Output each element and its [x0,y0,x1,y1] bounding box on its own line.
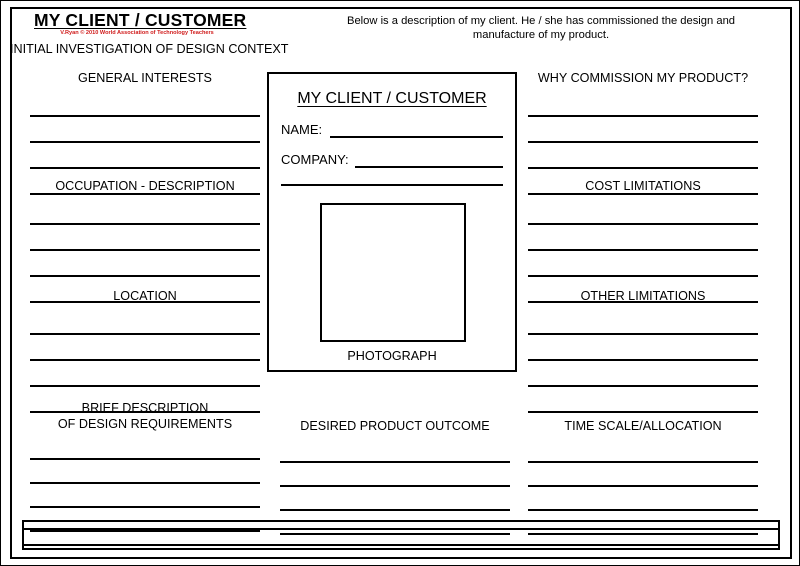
answer-line[interactable] [528,199,758,225]
answer-line[interactable] [280,439,510,463]
answer-line[interactable] [528,361,758,387]
answer-line[interactable] [280,463,510,487]
section-general-interests: GENERAL INTERESTS [30,71,260,195]
section-title: COST LIMITATIONS [585,179,701,193]
section-time-scale-allocation: TIME SCALE/ALLOCATION [528,419,758,535]
section-brief-description: BRIEF DESCRIPTION OF DESIGN REQUIREMENTS [30,401,260,532]
section-title: GENERAL INTERESTS [78,71,212,85]
section-title: OTHER LIMITATIONS [580,289,706,303]
answer-line[interactable] [30,225,260,251]
section-desired-product-outcome: DESIRED PRODUCT OUTCOME [280,419,510,535]
section-title: OCCUPATION - DESCRIPTION [55,179,235,193]
card-extra-line[interactable] [281,182,503,186]
photograph-placeholder[interactable] [320,203,466,342]
answer-line[interactable] [528,251,758,277]
name-field-row[interactable]: NAME: [281,122,503,138]
footer-bar [22,520,780,550]
page-subtitle: INITIAL INVESTIGATION OF DESIGN CONTEXT [10,42,289,56]
answer-lines[interactable] [30,436,260,532]
answer-lines[interactable] [30,309,260,413]
answer-line[interactable] [528,335,758,361]
footer-divider [24,544,778,546]
answer-line[interactable] [30,143,260,169]
answer-line[interactable] [528,117,758,143]
section-title: BRIEF DESCRIPTION OF DESIGN REQUIREMENTS [57,401,233,431]
answer-line[interactable] [30,484,260,508]
answer-lines[interactable] [528,309,758,413]
section-title: DESIRED PRODUCT OUTCOME [300,419,490,433]
answer-lines[interactable] [528,199,758,303]
answer-line[interactable] [528,387,758,413]
company-input-line[interactable] [354,152,503,168]
section-why-commission: WHY COMMISSION MY PRODUCT? [528,71,758,195]
company-field-row[interactable]: COMPANY: [281,152,503,168]
answer-line[interactable] [30,335,260,361]
answer-lines[interactable] [30,199,260,303]
answer-line[interactable] [30,91,260,117]
section-occupation-description: OCCUPATION - DESCRIPTION [30,179,260,303]
copyright-credit: V.Ryan © 2010 World Association of Techn… [60,30,214,36]
section-location: LOCATION [30,289,260,413]
answer-line[interactable] [528,225,758,251]
worksheet-header: MY CLIENT / CUSTOMER V.Ryan © 2010 World… [1,1,799,63]
worksheet-page: MY CLIENT / CUSTOMER V.Ryan © 2010 World… [0,0,800,566]
answer-line[interactable] [528,487,758,511]
answer-line[interactable] [528,309,758,335]
answer-line[interactable] [30,117,260,143]
section-title: TIME SCALE/ALLOCATION [564,419,722,433]
section-other-limitations: OTHER LIMITATIONS [528,289,758,413]
section-title: LOCATION [113,289,177,303]
answer-line[interactable] [528,463,758,487]
answer-line[interactable] [30,361,260,387]
name-input-line[interactable] [330,122,503,138]
section-title: WHY COMMISSION MY PRODUCT? [537,71,749,85]
section-cost-limitations: COST LIMITATIONS [528,179,758,303]
answer-line[interactable] [30,460,260,484]
answer-line[interactable] [280,487,510,511]
intro-text: Below is a description of my client. He … [346,15,736,41]
answer-line[interactable] [30,309,260,335]
answer-line[interactable] [528,143,758,169]
company-label: COMPANY: [281,152,349,167]
answer-line[interactable] [528,439,758,463]
name-label: NAME: [281,122,323,137]
answer-line[interactable] [30,199,260,225]
client-card: MY CLIENT / CUSTOMER NAME: COMPANY: PHOT… [267,72,517,372]
page-title: MY CLIENT / CUSTOMER [34,10,247,30]
card-title: MY CLIENT / CUSTOMER [297,90,487,107]
answer-line[interactable] [528,91,758,117]
footer-divider [24,528,778,530]
answer-line[interactable] [30,251,260,277]
photograph-caption: PHOTOGRAPH [347,349,437,363]
answer-line[interactable] [30,436,260,460]
